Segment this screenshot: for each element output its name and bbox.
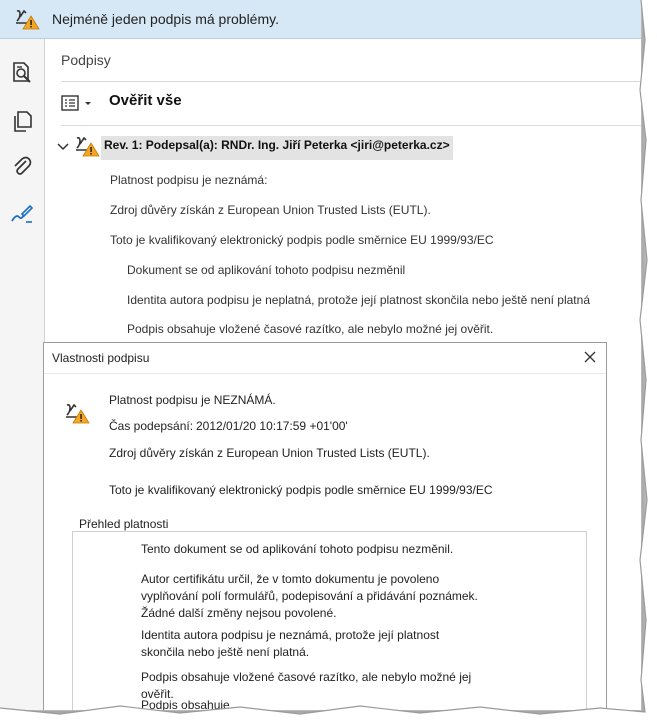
summary-item: Autor certifikátu určil, že v tomto doku…	[141, 572, 478, 620]
signature-detail: Platnost podpisu je neznámá:	[110, 173, 268, 187]
verify-all-button[interactable]: Ověřit vše	[109, 92, 182, 109]
options-menu-icon[interactable]	[59, 93, 99, 115]
signature-pen-icon[interactable]	[10, 202, 34, 226]
divider	[61, 81, 641, 82]
pages-icon[interactable]	[10, 110, 34, 134]
summary-item: Tento dokument se od aplikování tohoto p…	[141, 542, 454, 556]
attachment-icon[interactable]	[10, 154, 34, 178]
notification-bar: Nejméně jeden podpis má problémy.	[0, 0, 641, 39]
app-window: Nejméně jeden podpis má problémy. Podpis…	[0, 0, 642, 711]
summary-item: Identita autora podpisu je neznámá, prot…	[141, 628, 440, 659]
signature-subdetail: Identita autora podpisu je neplatná, pro…	[127, 293, 590, 307]
signature-subdetail: Dokument se od aplikování tohoto podpisu…	[127, 263, 406, 277]
signature-detail: Zdroj důvěry získán z European Union Tru…	[110, 203, 431, 217]
signature-detail: Toto je kvalifikovaný elektronický podpi…	[110, 233, 494, 247]
signatures-panel: Podpisy Ověřit vše Rev. 1: Podepsal(a): …	[45, 39, 641, 349]
signature-properties-dialog: Vlastnosti podpisu Platnost podpisu je N…	[43, 342, 607, 711]
divider	[44, 373, 606, 374]
signature-warning-icon	[76, 136, 100, 157]
notification-text: Nejméně jeden podpis má problémy.	[52, 11, 279, 27]
qualified-signature-note: Toto je kvalifikovaný elektronický podpi…	[109, 483, 493, 497]
trust-source: Zdroj důvěry získán z European Union Tru…	[109, 446, 430, 460]
revision-label[interactable]: Rev. 1: Podepsal(a): RNDr. Ing. Jiří Pet…	[101, 136, 453, 160]
signature-subdetail: Podpis obsahuje vložené časové razítko, …	[127, 322, 494, 336]
dialog-title: Vlastnosti podpisu	[52, 351, 150, 365]
close-icon[interactable]	[584, 351, 596, 363]
chevron-down-icon[interactable]	[57, 142, 69, 152]
validity-status: Platnost podpisu je NEZNÁMÁ.	[109, 393, 276, 407]
panel-title: Podpisy	[61, 52, 111, 68]
left-toolbar	[0, 39, 45, 710]
sign-time-label: Čas podepsání:	[109, 419, 194, 433]
summary-item: Podpis obsahuje...	[141, 698, 240, 711]
signature-warning-icon	[66, 403, 90, 424]
validity-summary-title: Přehled platnosti	[77, 517, 171, 531]
page-search-icon[interactable]	[10, 61, 34, 85]
divider	[61, 125, 641, 126]
sign-time-value: 2012/01/20 10:17:59 +01'00'	[196, 419, 348, 433]
signature-warning-icon	[16, 9, 40, 30]
